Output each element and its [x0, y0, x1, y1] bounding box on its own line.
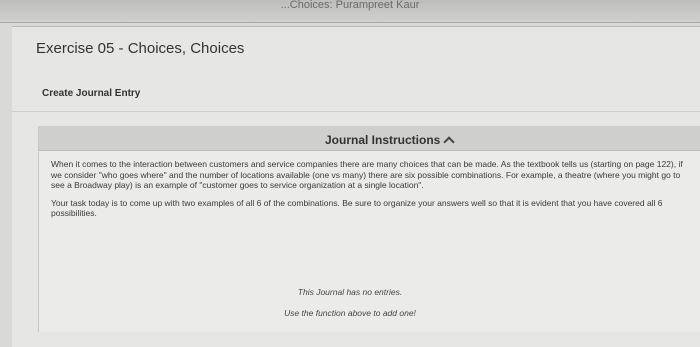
instructions-paragraph-2: Your task today is to come up with two e… [51, 197, 663, 219]
top-bar: ...Choices: Purampreet Kaur [0, 0, 700, 23]
journal-instructions-title: Journal Instructions [325, 133, 441, 147]
empty-journal-hint: Use the function above to add one! [284, 308, 416, 318]
journal-instructions-panel: Journal Instructions When it comes to th… [38, 126, 700, 332]
journal-instructions-header[interactable]: Journal Instructions [39, 126, 700, 151]
window-title: ...Choices: Purampreet Kaur [280, 0, 420, 11]
journal-instructions-toggle[interactable]: Journal Instructions [325, 133, 456, 148]
empty-journal-message: This Journal has no entries. [297, 287, 403, 297]
divider [12, 111, 700, 112]
chevron-up-icon[interactable] [443, 136, 456, 148]
create-journal-entry-link[interactable]: Create Journal Entry [42, 88, 140, 99]
page-title: Exercise 05 - Choices, Choices [36, 40, 245, 57]
instructions-body: When it comes to the interaction between… [51, 159, 687, 226]
instructions-paragraph-1: When it comes to the interaction between… [51, 159, 683, 190]
